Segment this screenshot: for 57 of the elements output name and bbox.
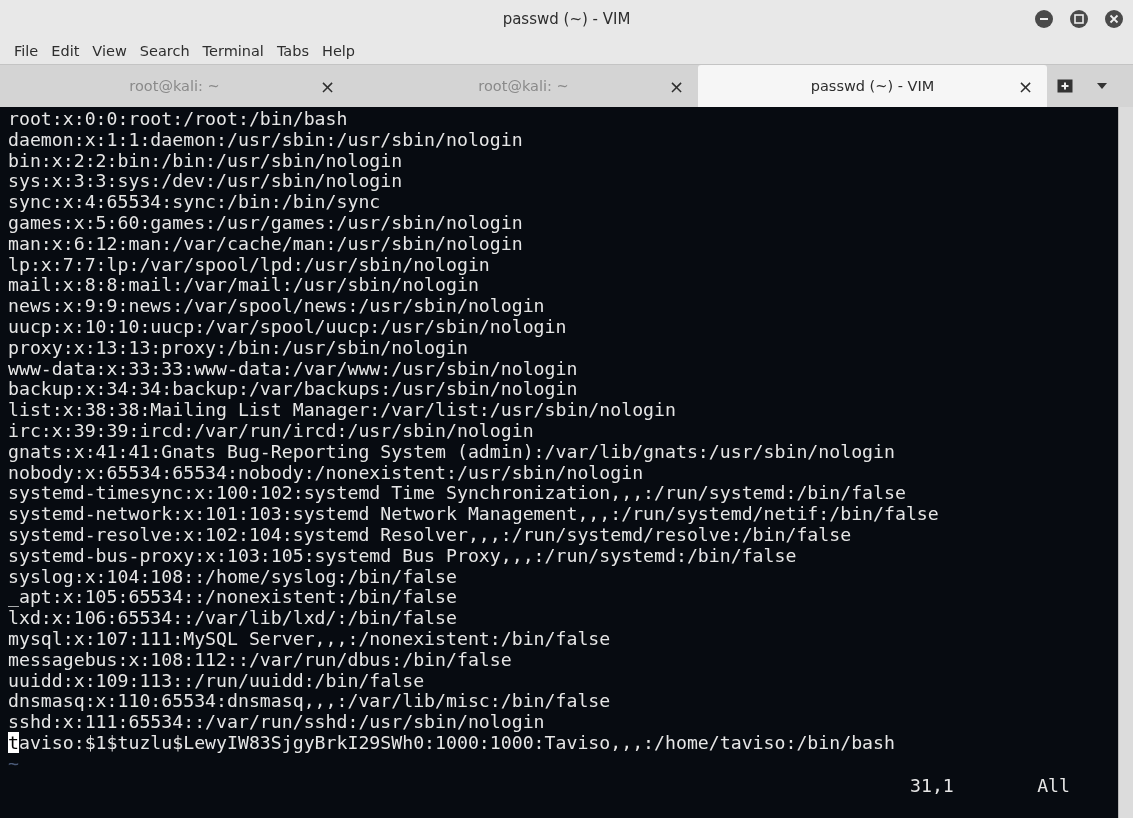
menu-item[interactable]: Help — [316, 43, 363, 59]
tab-close-button[interactable]: × — [1017, 75, 1033, 97]
tab-label: passwd (~) - VIM — [810, 78, 935, 94]
tab-close-button[interactable]: × — [319, 75, 335, 97]
scroll-position: All — [1037, 776, 1070, 797]
text-line: gnats:x:41:41:Gnats Bug-Reporting System (admin):/var/lib/gnats:/usr/sbin/nologin — [8, 441, 895, 463]
text-line: mail:x:8:8:mail:/var/mail:/usr/sbin/nologin — [8, 275, 479, 297]
text-line: systemd-timesync:x:100:102:systemd Time Synchronization,,,:/run/systemd:/bin/false — [8, 483, 906, 505]
text-line: news:x:9:9:news:/var/spool/news:/usr/sbin/nologin — [8, 296, 545, 317]
text-line: sync:x:4:65534:sync:/bin:/bin/sync — [8, 192, 381, 213]
text-line: systemd-resolve:x:102:104:systemd Resolver,,,:/run/systemd/resolve:/bin/false — [8, 524, 852, 546]
maximize-icon[interactable] — [1070, 10, 1088, 28]
text-line: man:x:6:12:man:/var/cache/man:/usr/sbin/nologin — [8, 233, 523, 255]
scrollbar[interactable] — [1118, 107, 1133, 818]
menu-item[interactable]: Tabs — [270, 43, 316, 59]
tab[interactable]: root@kali: ~ × — [0, 65, 349, 107]
text-line: taviso:$1$tuzlu$LewyIW83SjgyBrkI29SWh0:1000:1000:Taviso,,,:/home/taviso:/bin/bash — [8, 732, 895, 754]
text-line: nobody:x:65534:65534:nobody:/nonexistent:/usr/sbin/nologin — [8, 462, 644, 484]
text-line: systemd-bus-proxy:x:103:105:systemd Bus Proxy,,,:/run/systemd:/bin/false — [8, 545, 797, 567]
tab-label: root@kali: ~ — [129, 78, 220, 94]
text-line: root:x:0:0:root:/root:/bin/bash — [8, 109, 348, 130]
tab[interactable]: passwd (~) - VIM × — [698, 65, 1047, 107]
text-line: games:x:5:60:games:/usr/games:/usr/sbin/nologin — [8, 213, 523, 234]
tab[interactable]: root@kali: ~ × — [349, 65, 698, 107]
caret-icon[interactable] — [1097, 83, 1107, 89]
text-line: www-data:x:33:33:www-data:/var/www:/usr/sbin/nologin — [8, 358, 578, 380]
text-line: sys:x:3:3:sys:/dev:/usr/sbin/nologin — [8, 171, 403, 193]
menu-item[interactable]: Edit — [45, 43, 87, 59]
minimize-icon[interactable] — [1035, 10, 1053, 28]
empty-line-marker: ~ — [8, 753, 19, 775]
text-line: systemd-network:x:101:103:systemd Network Management,,,:/run/systemd/netif:/bin/false — [8, 504, 939, 525]
new-tab-icon[interactable] — [1057, 79, 1073, 93]
menu-item[interactable]: Terminal — [196, 43, 271, 59]
tab-label: root@kali: ~ — [478, 78, 569, 94]
text-line: daemon:x:1:1:daemon:/usr/sbin:/usr/sbin/nologin — [8, 129, 523, 151]
window-title: passwd (~) - VIM — [502, 10, 631, 28]
text-line: proxy:x:13:13:proxy:/bin:/usr/sbin/nologin — [8, 337, 468, 359]
text-line: dnsmasq:x:110:65534:dnsmasq,,,:/var/lib/misc:/bin/false — [8, 691, 611, 713]
text-line: lp:x:7:7:lp:/var/spool/lpd:/usr/sbin/nologin — [8, 254, 490, 276]
text-line: irc:x:39:39:ircd:/var/run/ircd:/usr/sbin/nologin — [8, 420, 534, 442]
text-line: list:x:38:38:Mailing List Manager:/var/list:/usr/sbin/nologin — [8, 400, 676, 421]
text-line: sshd:x:111:65534::/var/run/sshd:/usr/sbin/nologin — [8, 712, 545, 733]
text-line: _apt:x:105:65534::/nonexistent:/bin/false — [8, 587, 457, 609]
text-line: bin:x:2:2:bin:/bin:/usr/sbin/nologin — [8, 150, 403, 172]
text-line: messagebus:x:108:112::/var/run/dbus:/bin/false — [8, 649, 512, 671]
text-line: uuidd:x:109:113::/run/uuidd:/bin/false — [8, 670, 425, 692]
close-icon[interactable] — [1105, 10, 1123, 28]
menu-item[interactable]: View — [86, 43, 134, 59]
text-line: syslog:x:104:108::/home/syslog:/bin/false — [8, 566, 457, 588]
text-line: mysql:x:107:111:MySQL Server,,,:/nonexistent:/bin/false — [8, 628, 611, 650]
text-line: uucp:x:10:10:uucp:/var/spool/uucp:/usr/sbin/nologin — [8, 316, 567, 338]
text-line: backup:x:34:34:backup:/var/backups:/usr/sbin/nologin — [8, 379, 578, 401]
tab-close-button[interactable]: × — [668, 75, 684, 97]
cursor-position: 31,1 — [910, 776, 954, 797]
text-line: lxd:x:106:65534::/var/lib/lxd/:/bin/false — [8, 608, 457, 629]
menu-item[interactable]: Search — [133, 43, 197, 59]
menu-item[interactable]: File — [8, 43, 46, 59]
